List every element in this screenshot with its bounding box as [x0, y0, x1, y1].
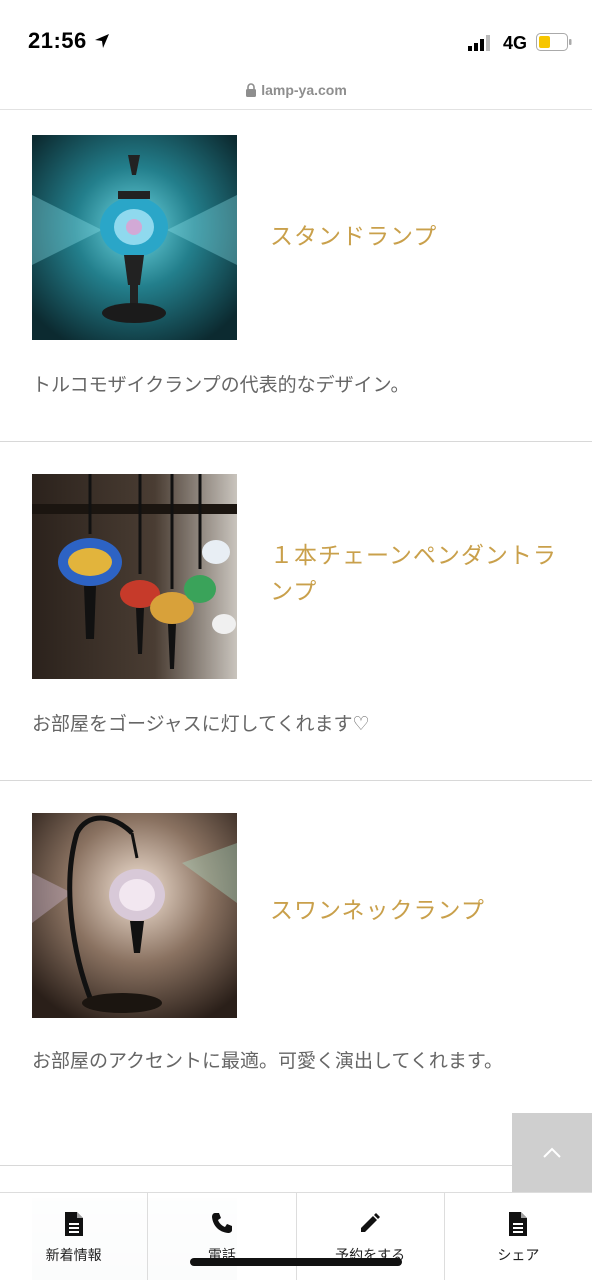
item-title[interactable]: スワンネックランプ: [270, 893, 570, 929]
nav-label: 新着情報: [45, 1248, 102, 1264]
stand-lamp-image[interactable]: [32, 135, 237, 340]
status-time: 21:56: [28, 28, 87, 53]
url-display: lamp-ya.com: [0, 82, 592, 98]
product-list: スタンドランプ トルコモザイクランプの代表的なデザイン。 １本チェーンペンダント…: [0, 111, 592, 1166]
item-title[interactable]: １本チェーンペンダントランプ: [270, 538, 570, 610]
lock-icon: [246, 83, 257, 97]
back-to-top-button[interactable]: [512, 1113, 592, 1193]
phone-icon: [211, 1213, 232, 1233]
item-title[interactable]: スタンドランプ: [270, 219, 570, 255]
network-type: 4G: [503, 33, 528, 53]
battery-icon: [536, 33, 572, 51]
pendant-lamp-image[interactable]: [32, 474, 237, 679]
swan-neck-lamp-image[interactable]: [32, 813, 237, 1018]
nav-phone[interactable]: 電話: [148, 1193, 297, 1280]
nav-label: シェア: [497, 1248, 540, 1264]
list-item[interactable]: スワンネックランプ お部屋のアクセントに最適。可愛く演出してくれます。: [0, 781, 592, 1166]
item-description: お部屋をゴージャスに灯してくれます♡: [32, 713, 370, 735]
item-description: お部屋のアクセントに最適。可愛く演出してくれます。: [32, 1050, 504, 1072]
list-item[interactable]: スタンドランプ トルコモザイクランプの代表的なデザイン。: [0, 111, 592, 442]
item-description: トルコモザイクランプの代表的なデザイン。: [32, 374, 410, 396]
nav-share[interactable]: シェア: [445, 1193, 592, 1280]
nav-reserve[interactable]: 予約をする: [297, 1193, 445, 1280]
url-domain: lamp-ya.com: [261, 82, 347, 98]
status-bar: 21:56 4G: [0, 0, 592, 80]
home-indicator[interactable]: [190, 1258, 402, 1266]
document-icon: [509, 1212, 528, 1236]
chevron-up-icon: [543, 1147, 561, 1158]
bottom-nav: 新着情報 電話 予約をする シェア: [0, 1192, 592, 1280]
url-bar[interactable]: lamp-ya.com: [0, 80, 592, 110]
nav-news[interactable]: 新着情報: [0, 1193, 149, 1280]
location-arrow-icon: [95, 34, 109, 48]
list-item[interactable]: １本チェーンペンダントランプ お部屋をゴージャスに灯してくれます♡: [0, 442, 592, 781]
pencil-icon: [361, 1213, 381, 1232]
signal-icon: [468, 35, 490, 51]
document-icon: [64, 1212, 83, 1236]
